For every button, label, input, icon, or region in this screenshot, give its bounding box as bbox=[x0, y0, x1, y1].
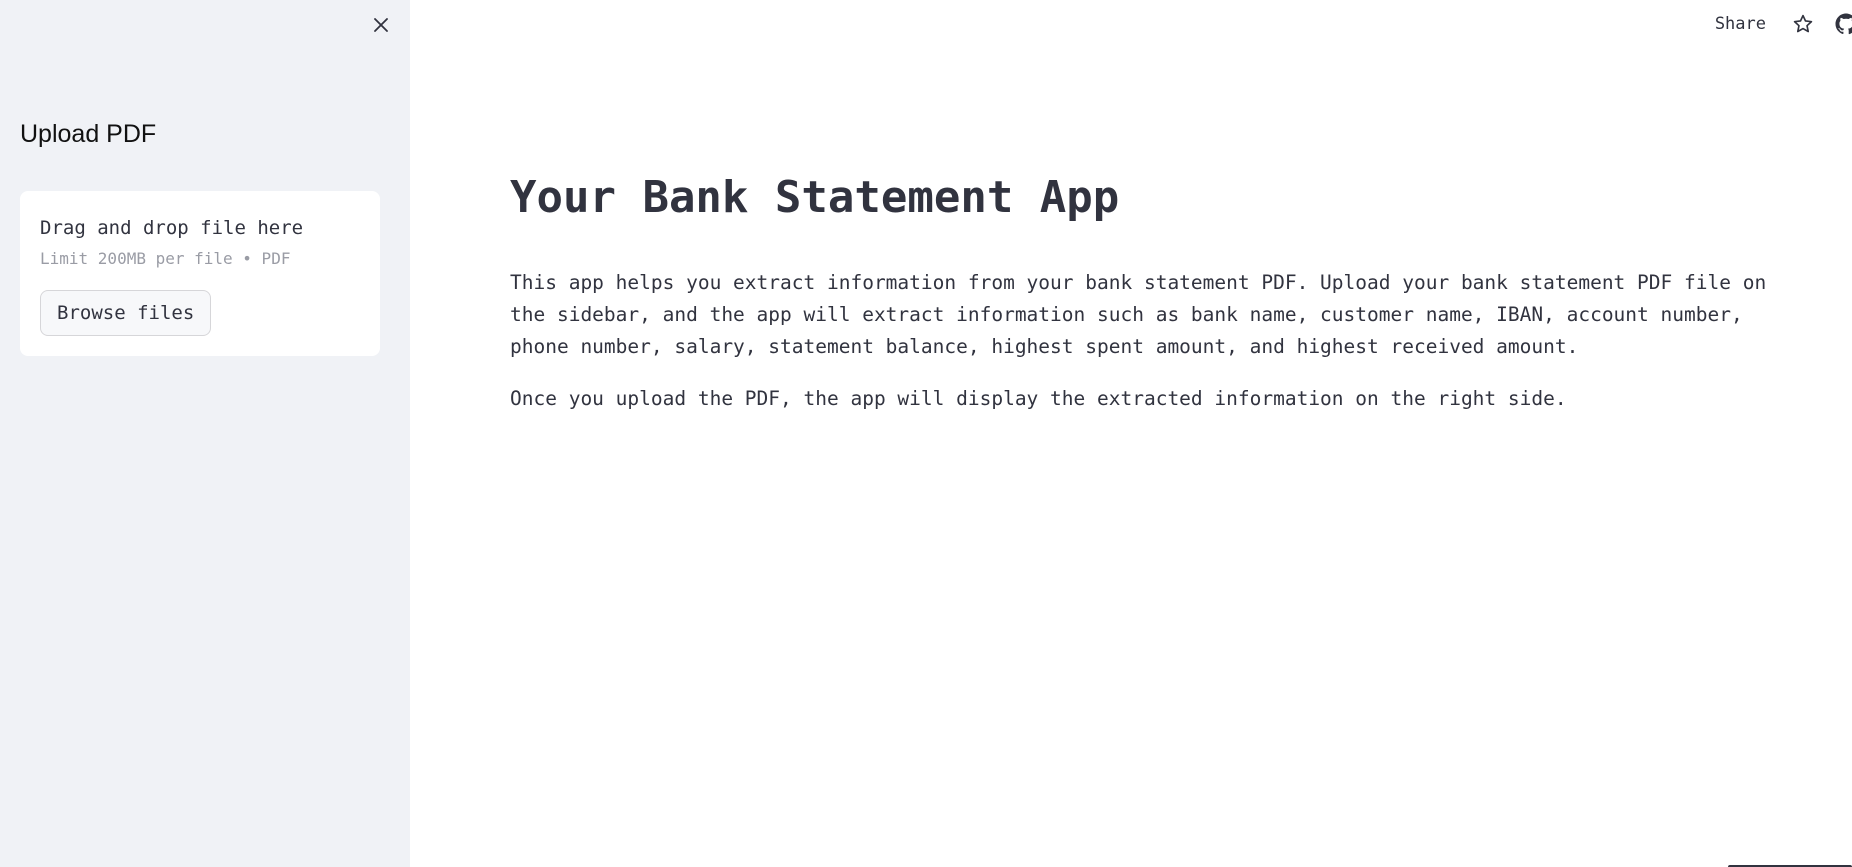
dropzone-subtitle: Limit 200MB per file • PDF bbox=[40, 249, 291, 268]
file-dropzone[interactable]: Drag and drop file here Limit 200MB per … bbox=[20, 191, 380, 356]
instruction-paragraph: Once you upload the PDF, the app will di… bbox=[510, 387, 1567, 410]
share-button[interactable]: Share bbox=[1715, 14, 1766, 34]
top-toolbar: Share bbox=[1715, 0, 1852, 48]
sidebar-title: Upload PDF bbox=[20, 120, 157, 148]
star-button[interactable] bbox=[1792, 13, 1814, 35]
sidebar: Upload PDF Drag and drop file here Limit… bbox=[0, 0, 410, 867]
github-icon bbox=[1835, 13, 1852, 35]
page-title: Your Bank Statement App bbox=[510, 172, 1120, 223]
intro-paragraph: This app helps you extract information f… bbox=[510, 271, 1767, 358]
close-sidebar-button[interactable] bbox=[368, 12, 394, 38]
app-root: Upload PDF Drag and drop file here Limit… bbox=[0, 0, 1852, 867]
github-button[interactable] bbox=[1834, 12, 1852, 36]
close-icon bbox=[374, 18, 388, 32]
dropzone-title: Drag and drop file here bbox=[40, 217, 304, 239]
browse-files-button[interactable]: Browse files bbox=[40, 290, 212, 336]
star-icon bbox=[1793, 14, 1813, 33]
